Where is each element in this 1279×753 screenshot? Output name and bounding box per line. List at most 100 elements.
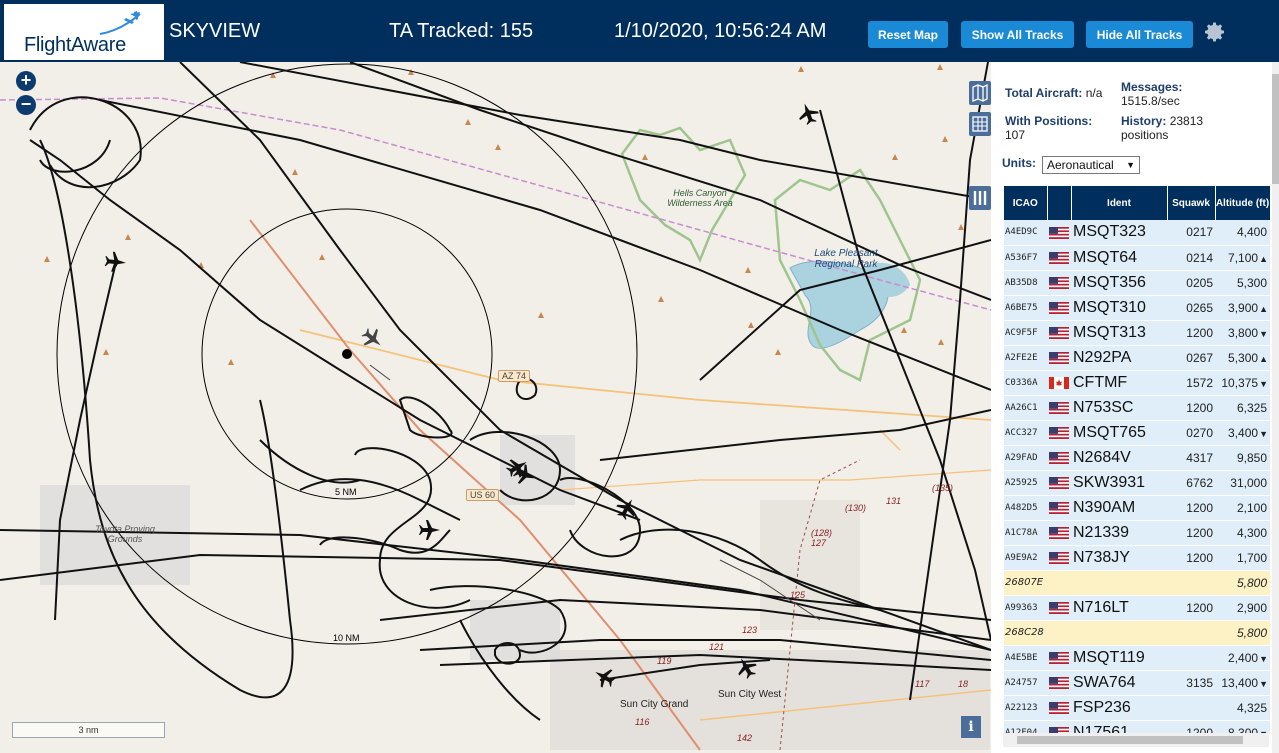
aircraft-table-container[interactable]: ICAO Ident Squawk Altitude (ft) A4ED9C MS… — [1004, 186, 1270, 734]
table-row[interactable]: A9E9A2 N738JY 1200 1,700 — [1004, 545, 1270, 571]
table-row[interactable]: A2FE2E N292PA 0267 5,300▲ — [1004, 345, 1270, 371]
cell-squawk: 1200 — [1167, 495, 1215, 521]
zoom-in-button[interactable]: + — [16, 71, 36, 91]
altitude-value: 4,325 — [1236, 700, 1267, 715]
table-row[interactable]: A24757 SWA764 3135 13,400▼ — [1004, 670, 1270, 696]
table-row[interactable]: A6BE75 MSQT310 0265 3,900▲ — [1004, 295, 1270, 321]
cell-ident: MSQT323 — [1071, 220, 1167, 246]
cell-flag — [1047, 370, 1071, 396]
info-icon[interactable]: i — [961, 716, 981, 738]
cell-ident: MSQT119 — [1071, 645, 1167, 671]
horizontal-scrollbar[interactable] — [1003, 733, 1269, 747]
scrollbar-thumb[interactable] — [1017, 736, 1243, 744]
table-row[interactable]: AB35D8 MSQT356 0205 5,300 — [1004, 270, 1270, 296]
cell-ident: N738JY — [1071, 545, 1167, 571]
table-row[interactable]: A1C78A N21339 1200 4,300 — [1004, 520, 1270, 546]
aircraft-table: ICAO Ident Squawk Altitude (ft) A4ED9C MS… — [1004, 186, 1270, 734]
map-view[interactable]: 5 NM 10 NM AZ 74 US 60 Hells Canyon Wild… — [0, 62, 991, 753]
cell-altitude: 31,000 — [1215, 470, 1270, 496]
table-row[interactable]: A99363 N716LT 1200 2,900 — [1004, 595, 1270, 621]
cell-altitude: 1,700 — [1215, 545, 1270, 571]
table-row[interactable]: A22123 FSP236 4,325 — [1004, 695, 1270, 721]
grid-icon[interactable] — [969, 112, 991, 136]
cell-icao: AC9F5F — [1004, 320, 1047, 346]
cell-squawk — [1167, 695, 1215, 721]
col-header-icao[interactable]: ICAO — [1004, 186, 1048, 220]
road-number: (130) — [845, 503, 867, 513]
reset-map-button[interactable]: Reset Map — [868, 21, 948, 48]
cell-icao: AB35D8 — [1004, 270, 1047, 296]
us-flag-icon — [1049, 652, 1069, 665]
table-row[interactable]: A4E5BE MSQT119 2,400▼ — [1004, 645, 1270, 671]
gear-icon[interactable] — [1203, 20, 1227, 44]
stat-label: History: — [1121, 114, 1167, 128]
columns-icon[interactable] — [969, 186, 991, 210]
map-layers-icon[interactable] — [969, 81, 991, 105]
cell-ident: MSQT356 — [1071, 270, 1167, 296]
cell-flag — [1047, 220, 1071, 246]
scale-bar: 3 nm — [12, 722, 165, 738]
cell-squawk: 0205 — [1167, 270, 1215, 296]
us-flag-icon — [1049, 477, 1069, 490]
table-row[interactable]: ACC327 MSQT765 0270 3,400▼ — [1004, 420, 1270, 446]
table-row[interactable]: A536F7 MSQT64 0214 7,100▲ — [1004, 245, 1270, 271]
road-number: 123 — [742, 625, 758, 635]
clock: 1/10/2020, 10:56:24 AM — [614, 20, 827, 42]
road-number: 116 — [635, 717, 650, 727]
show-all-tracks-button[interactable]: Show All Tracks — [961, 21, 1074, 48]
cell-altitude: 3,400▼ — [1215, 420, 1270, 446]
col-header-altitude[interactable]: Altitude (ft) — [1215, 186, 1270, 220]
cell-ident: N753SC — [1071, 395, 1167, 421]
units-select[interactable]: Aeronautical ▼ — [1042, 156, 1140, 174]
table-row[interactable]: A25925 SKW3931 6762 31,000 — [1004, 470, 1270, 496]
zoom-out-button[interactable]: − — [16, 95, 36, 115]
cell-flag — [1047, 645, 1071, 671]
stat-value: 107 — [1005, 128, 1026, 142]
col-header-flag[interactable] — [1047, 186, 1072, 220]
cell-altitude: 4,400 — [1215, 220, 1270, 246]
table-row[interactable]: A482D5 N390AM 1200 2,100 — [1004, 495, 1270, 521]
col-header-squawk[interactable]: Squawk — [1167, 186, 1216, 220]
hide-all-tracks-button[interactable]: Hide All Tracks — [1086, 21, 1193, 48]
flightaware-logo[interactable]: FlightAware — [4, 4, 164, 60]
us-flag-icon — [1049, 677, 1069, 690]
table-row[interactable]: AC9F5F MSQT313 1200 3,800▼ — [1004, 320, 1270, 346]
cell-squawk: 1200 — [1167, 545, 1215, 571]
logo-text: FlightAware — [24, 34, 126, 56]
cell-flag — [1047, 620, 1071, 646]
stat-messages: Messages: 1515.8/sec — [1121, 80, 1182, 108]
vertical-scrollbar[interactable] — [1272, 62, 1279, 753]
table-row[interactable]: A29FAD N2684V 4317 9,850 — [1004, 445, 1270, 471]
cell-ident: MSQT313 — [1071, 320, 1167, 346]
cell-icao: 268C28 — [1004, 620, 1047, 646]
scale-bar-label: 3 nm — [78, 725, 99, 735]
scrollbar-thumb[interactable] — [1272, 74, 1279, 184]
altitude-value: 5,300 — [1236, 275, 1267, 290]
cell-flag — [1047, 695, 1071, 721]
stat-total-aircraft: Total Aircraft: n/a — [1005, 86, 1102, 100]
us-flag-icon — [1049, 527, 1069, 540]
altitude-value: 5,300 — [1228, 350, 1259, 365]
cell-altitude: 5,800 — [1215, 570, 1270, 596]
col-header-ident[interactable]: Ident — [1071, 186, 1168, 220]
stat-value: n/a — [1085, 86, 1103, 100]
road-number: 142 — [737, 733, 753, 743]
table-row[interactable]: A4ED9C MSQT323 0217 4,400 — [1004, 220, 1270, 246]
cell-altitude: 5,300 — [1215, 270, 1270, 296]
table-row[interactable]: C0336A CFTMF 1572 10,375▼ — [1004, 370, 1270, 396]
cell-squawk: 1200 — [1167, 520, 1215, 546]
us-flag-icon — [1049, 502, 1069, 515]
tracked-count: TA Tracked: 155 — [389, 20, 534, 42]
cell-ident: MSQT64 — [1071, 245, 1167, 271]
cell-icao: 26807E — [1004, 570, 1047, 596]
table-row[interactable]: AA26C1 N753SC 1200 6,325 — [1004, 395, 1270, 421]
road-number: 131 — [886, 496, 902, 506]
cell-altitude: 10,375▼ — [1215, 370, 1270, 396]
table-row[interactable]: A12F04 N17561 1200 8,300▼ — [1004, 720, 1270, 734]
cell-altitude: 6,325 — [1215, 395, 1270, 421]
cell-squawk: 0267 — [1167, 345, 1215, 371]
cell-squawk: 1200 — [1167, 595, 1215, 621]
table-row[interactable]: 268C28 5,800 — [1004, 620, 1270, 646]
table-row[interactable]: 26807E 5,800 — [1004, 570, 1270, 596]
cell-icao: C0336A — [1004, 370, 1047, 396]
